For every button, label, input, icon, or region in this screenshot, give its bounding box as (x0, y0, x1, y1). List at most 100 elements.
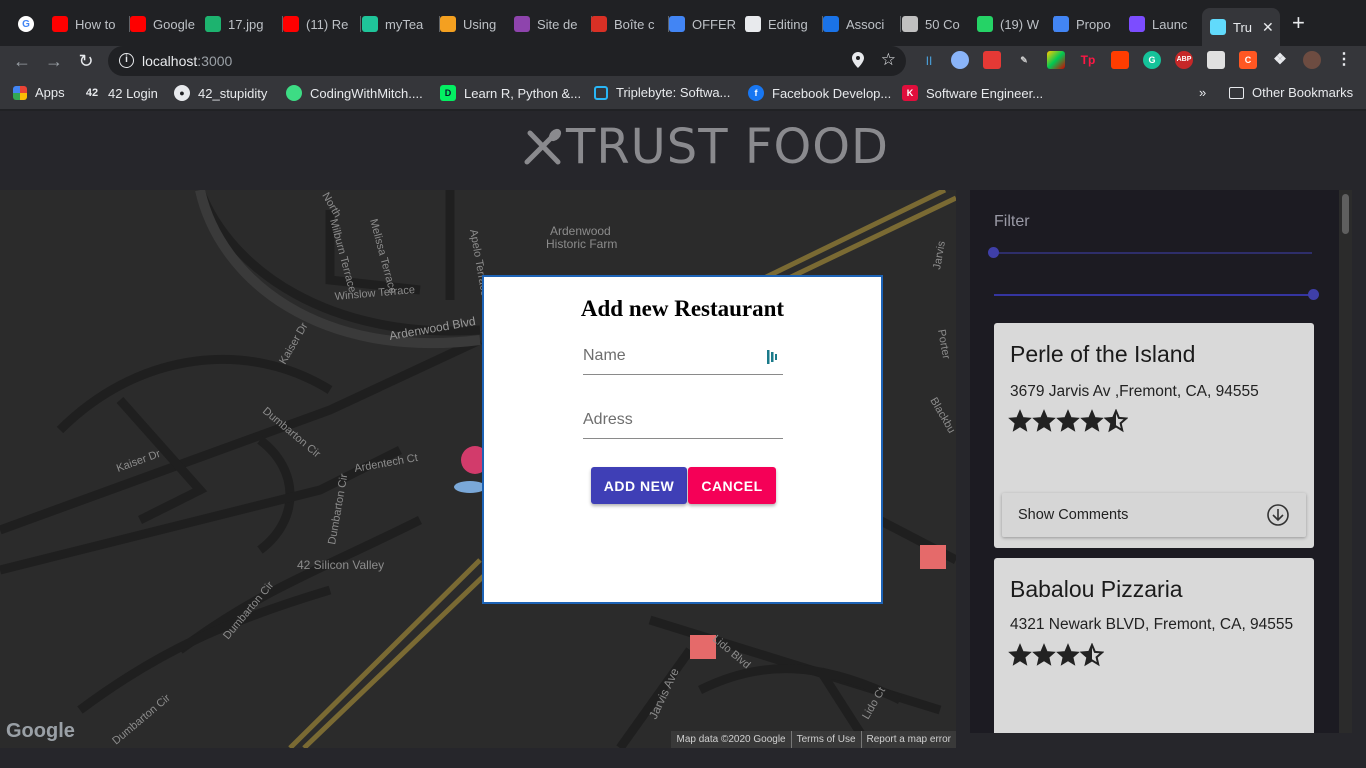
bookmark-label: Facebook Develop... (772, 85, 892, 101)
extensions-puzzle-icon[interactable]: ❖ (1271, 51, 1289, 69)
restaurant-address: 4321 Newark BLVD, Fremont, CA, 94555 (1010, 616, 1294, 633)
show-comments-button[interactable]: Show Comments (1002, 493, 1306, 537)
location-pin-icon[interactable] (852, 52, 864, 71)
extension-grey-icon[interactable] (1207, 51, 1225, 69)
browser-tab[interactable]: Using (440, 10, 518, 38)
name-field[interactable] (583, 341, 783, 375)
address-input[interactable] (583, 411, 763, 429)
extension-orange-icon[interactable] (1111, 51, 1129, 69)
new-tab-button[interactable]: + (1292, 12, 1305, 34)
bookmark-star-icon[interactable]: ☆ (881, 50, 896, 70)
browser-tab[interactable]: Boîte c (591, 10, 669, 38)
cup-icon (902, 16, 918, 32)
filter-slider-min[interactable] (994, 252, 1312, 254)
tab-separator (360, 16, 361, 32)
browser-tab[interactable]: Site de (514, 10, 592, 38)
github-icon (745, 16, 761, 32)
docs-icon (1053, 16, 1069, 32)
star-filled-icon (1008, 643, 1032, 666)
other-bookmarks[interactable]: Other Bookmarks (1229, 85, 1353, 100)
browser-tab[interactable]: OFFER (669, 10, 747, 38)
react-icon (1210, 19, 1226, 35)
terms-of-use-link[interactable]: Terms of Use (790, 731, 861, 748)
map-footer: Map data ©2020 Google Terms of Use Repor… (671, 731, 956, 748)
report-map-error-link[interactable]: Report a map error (860, 731, 956, 748)
add-restaurant-dialog: Add new Restaurant ADD NEW CANCEL (482, 275, 883, 604)
google-menu-icon[interactable]: G (18, 10, 44, 38)
url-text[interactable]: localhost:3000 (142, 53, 232, 69)
more-bookmarks-chevron[interactable]: » (1199, 85, 1206, 100)
browser-tab[interactable]: Google (130, 10, 208, 38)
filter-slider-max-handle[interactable] (1308, 289, 1319, 300)
bookmark-facebook-developers[interactable]: f Facebook Develop... (748, 85, 891, 101)
bookmark-42-login[interactable]: 42 42 Login (84, 85, 158, 101)
browser-tab[interactable]: Editing (745, 10, 823, 38)
bookmark-triplebyte[interactable]: Triplebyte: Softwa... (594, 85, 730, 100)
filter-slider-min-handle[interactable] (988, 247, 999, 258)
browser-tab[interactable]: How to (52, 10, 130, 38)
browser-tab[interactable]: Tru ✕ (1202, 8, 1280, 46)
back-arrow-icon[interactable]: ← (11, 50, 33, 72)
browser-tab[interactable]: myTea (362, 10, 440, 38)
site-info-icon[interactable]: i (119, 53, 134, 68)
cancel-button[interactable]: CANCEL (688, 467, 776, 504)
tab-title: Editing (768, 16, 808, 32)
d-icon (1129, 16, 1145, 32)
browser-tab[interactable]: Associ (823, 10, 901, 38)
tab-title: How to (75, 16, 116, 32)
datacamp-icon: D (440, 85, 456, 101)
profile-avatar[interactable] (1303, 51, 1321, 69)
bookmark-label: Learn R, Python &... (464, 85, 582, 101)
browser-tab[interactable]: 17.jpg (205, 10, 283, 38)
k-icon: K (902, 85, 918, 101)
bookmark-software-engineer[interactable]: K Software Engineer... (902, 85, 1043, 101)
scrollbar-thumb[interactable] (1342, 194, 1349, 234)
bookmark-42-stupidity[interactable]: ● 42_stupidity (174, 85, 267, 101)
close-tab-icon[interactable]: ✕ (1262, 19, 1274, 36)
show-comments-label: Show Comments (1018, 507, 1129, 523)
browser-tab[interactable]: (19) W (977, 10, 1055, 38)
browser-menu-icon[interactable]: ⋮ (1335, 51, 1353, 69)
restaurant-sidebar[interactable]: Filter Perle of the Island 3679 Jarvis A… (970, 190, 1339, 733)
youtube-icon (283, 16, 299, 32)
sidebar-scrollbar[interactable] (1339, 190, 1352, 733)
star-filled-icon (1032, 643, 1056, 666)
app-header: TRUST FOOD (0, 111, 1366, 190)
docs-icon (669, 16, 685, 32)
extension-c-icon[interactable]: C (1239, 51, 1257, 69)
extension-field-icon[interactable] (767, 350, 777, 364)
extension-red-icon[interactable] (983, 51, 1001, 69)
browser-tab[interactable]: Propo (1053, 10, 1131, 38)
grammarly-icon[interactable]: G (1143, 51, 1161, 69)
bookmark-learn-r-python[interactable]: D Learn R, Python &... (440, 85, 581, 101)
bookmark-apps[interactable]: Apps (13, 85, 65, 100)
extension-bars-icon[interactable]: | | (920, 51, 938, 69)
browser-tab[interactable]: 50 Co (902, 10, 980, 38)
address-bar[interactable]: i localhost:3000 ☆ (108, 46, 906, 76)
info-icon (823, 16, 839, 32)
add-new-button[interactable]: ADD NEW (591, 467, 687, 504)
rating-stars (1008, 643, 1104, 667)
extension-pen-icon[interactable]: ✎ (1015, 51, 1033, 69)
forward-arrow-icon[interactable]: → (43, 50, 65, 72)
extension-color-icon[interactable] (1047, 51, 1065, 69)
bookmark-codingwithmitch[interactable]: CodingWithMitch.... (286, 85, 423, 101)
extension-tp-icon[interactable]: Tp (1079, 51, 1097, 69)
filter-slider-max[interactable] (994, 294, 1312, 296)
address-field[interactable] (583, 405, 783, 439)
browser-tab[interactable]: Launc (1129, 10, 1207, 38)
youtube-icon (52, 16, 68, 32)
tab-title: Associ (846, 16, 885, 32)
adblock-icon[interactable]: ABP (1175, 51, 1193, 69)
restaurant-name: Perle of the Island (1010, 341, 1196, 367)
reload-icon[interactable]: ↻ (75, 50, 97, 72)
m-icon (514, 16, 530, 32)
browser-tab[interactable]: (11) Re (283, 10, 361, 38)
bookmark-icon (440, 16, 456, 32)
tab-title: Propo (1076, 16, 1111, 32)
extension-circle-icon[interactable] (951, 51, 969, 69)
youtube-icon (130, 16, 146, 32)
filter-label: Filter (994, 213, 1030, 230)
name-input[interactable] (583, 347, 763, 365)
browser-toolbar: ← → ↻ i localhost:3000 ☆ | | ✎ Tp G ABP … (0, 46, 1366, 76)
